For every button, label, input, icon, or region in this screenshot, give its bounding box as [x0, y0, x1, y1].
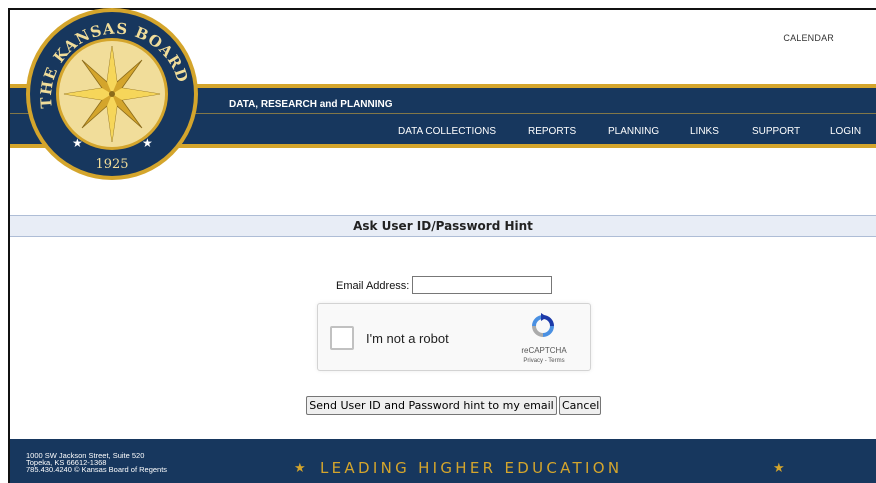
star-icon: ★: [773, 460, 785, 475]
form-title: Ask User ID/Password Hint: [353, 219, 533, 233]
seal-star-icon: ★: [142, 136, 153, 150]
recaptcha-widget: I'm not a robot reCAPTCHA Privacy - Term…: [317, 303, 591, 371]
calendar-link[interactable]: CALENDAR: [783, 33, 834, 43]
nav-login[interactable]: LOGIN: [830, 126, 861, 137]
nav-support[interactable]: SUPPORT: [752, 126, 800, 137]
email-row: Email Address:: [0, 276, 876, 296]
footer-address-line: 785.430.4240 © Kansas Board of Regents: [26, 465, 168, 474]
recaptcha-terms-link[interactable]: Privacy - Terms: [512, 358, 576, 364]
seal-star-icon: ★: [72, 136, 83, 150]
email-field[interactable]: [412, 276, 552, 294]
recaptcha-label: I'm not a robot: [366, 331, 449, 346]
recaptcha-checkbox[interactable]: [330, 326, 354, 350]
form-title-bar: Ask User ID/Password Hint: [10, 215, 876, 237]
recaptcha-icon: [532, 313, 554, 337]
nav-planning[interactable]: PLANNING: [608, 126, 659, 137]
nav-links[interactable]: LINKS: [690, 126, 719, 137]
email-label: Email Address:: [336, 280, 410, 292]
footer-address: 1000 SW Jackson Street, Suite 520 Topeka…: [26, 452, 168, 474]
cancel-button[interactable]: Cancel: [559, 396, 601, 415]
kbor-seal-logo[interactable]: THE KANSAS BOARD OF REGENTS ★ ★ 1925: [22, 4, 202, 184]
footer-tagline: LEADING HIGHER EDUCATION: [320, 459, 623, 477]
star-icon: ★: [294, 460, 306, 475]
form-actions: Send User ID and Password hint to my ema…: [0, 396, 876, 416]
seal-year: 1925: [95, 157, 128, 172]
footer: 1000 SW Jackson Street, Suite 520 Topeka…: [10, 439, 876, 483]
nav-reports[interactable]: REPORTS: [528, 126, 576, 137]
page: CALENDAR DATA, RESEARCH and PLANNING DAT…: [0, 0, 876, 483]
section-title[interactable]: DATA, RESEARCH and PLANNING: [229, 99, 393, 110]
recaptcha-brand: reCAPTCHA: [521, 346, 567, 355]
nav-data-collections[interactable]: DATA COLLECTIONS: [398, 126, 496, 137]
send-hint-button[interactable]: Send User ID and Password hint to my ema…: [306, 396, 557, 415]
